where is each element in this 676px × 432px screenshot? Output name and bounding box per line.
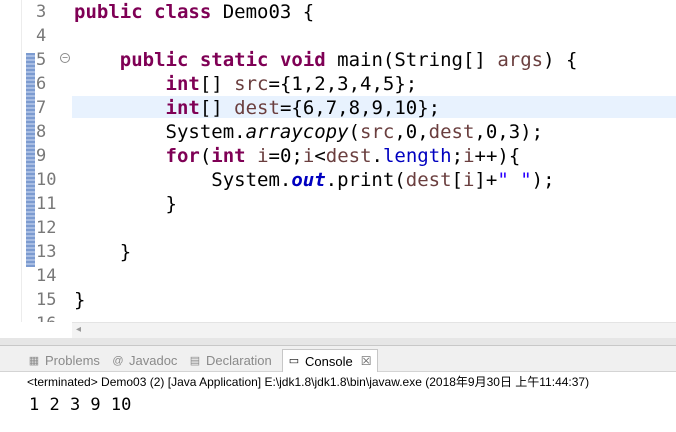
code-editor[interactable]: 3 public class Demo03 { 4 5 − public sta… (0, 0, 676, 322)
code-text: public static void main(String[] args) { (119, 49, 578, 71)
line-number: 3 (36, 2, 47, 22)
code-text: public class Demo03 { (74, 1, 315, 23)
console-icon: ▭ (288, 355, 300, 367)
tab-declaration[interactable]: ▤ Declaration (188, 349, 272, 372)
tab-problems[interactable]: ▦ Problems (27, 349, 100, 372)
line-number: 12 (36, 218, 57, 238)
code-line: 5 − public static void main(String[] arg… (0, 48, 676, 72)
line-number: 15 (36, 290, 57, 310)
code-text: } (74, 193, 177, 215)
editor-horizontal-scrollbar[interactable]: ◂ (72, 322, 676, 338)
code-line: 10 System.out.print(dest[i]+" "); (0, 168, 676, 192)
line-number: 14 (36, 266, 57, 286)
fold-collapse-icon[interactable]: − (60, 53, 70, 63)
code-text: } (74, 289, 86, 311)
line-number: 13 (36, 242, 57, 262)
line-number: 11 (36, 194, 57, 214)
code-line: 8 System.arraycopy(src,0,dest,0,3); (0, 120, 676, 144)
javadoc-icon: @ (112, 354, 124, 367)
console-output[interactable]: 1 2 3 9 10 (29, 394, 131, 416)
editor-bottom-border (0, 338, 676, 346)
close-icon[interactable]: ☒ (361, 354, 372, 368)
code-text: int[] src={1,2,3,4,5}; (165, 73, 418, 95)
line-number: 4 (36, 26, 47, 46)
declaration-icon: ▤ (189, 354, 201, 367)
code-text: } (74, 241, 132, 263)
problems-icon: ▦ (28, 354, 40, 367)
code-line-current: 7 int[] dest={6,7,8,9,10}; (0, 96, 676, 120)
code-line: 13 } (0, 240, 676, 264)
line-number: 5 (36, 50, 47, 70)
code-line: 16 (0, 312, 676, 322)
console-status: <terminated> Demo03 (2) [Java Applicatio… (27, 375, 590, 389)
tab-label: Problems (45, 353, 100, 368)
line-number: 8 (36, 122, 47, 142)
line-number: 10 (36, 170, 57, 190)
code-text: for(int i=0;i<dest.length;i++){ (165, 145, 521, 167)
tab-javadoc[interactable]: @ Javadoc (111, 349, 177, 372)
code-line: 15 } (0, 288, 676, 312)
code-line: 9 for(int i=0;i<dest.length;i++){ (0, 144, 676, 168)
code-line: 11 } (0, 192, 676, 216)
tab-console[interactable]: ▭ Console ☒ (282, 349, 379, 372)
line-number: 16 (36, 312, 62, 322)
code-line: 6 int[] src={1,2,3,4,5}; (0, 72, 676, 96)
code-line: 12 (0, 216, 676, 240)
tab-label: Javadoc (129, 353, 178, 368)
line-number: 9 (36, 146, 47, 166)
code-text: int[] dest={6,7,8,9,10}; (165, 97, 441, 119)
code-text: System.arraycopy(src,0,dest,0,3); (74, 121, 544, 143)
line-number: 7 (36, 98, 47, 118)
scroll-left-arrow-icon[interactable]: ◂ (76, 324, 81, 335)
code-line: 14 (0, 264, 676, 288)
tab-label: Console (305, 353, 353, 369)
views-tab-bar: ▦ Problems @ Javadoc ▤ Declaration ▭ Con… (0, 346, 676, 372)
tab-label: Declaration (206, 353, 272, 368)
code-line: 3 public class Demo03 { (0, 0, 676, 24)
code-text: System.out.print(dest[i]+" "); (74, 169, 555, 191)
code-line: 4 (0, 24, 676, 48)
line-number: 6 (36, 74, 47, 94)
